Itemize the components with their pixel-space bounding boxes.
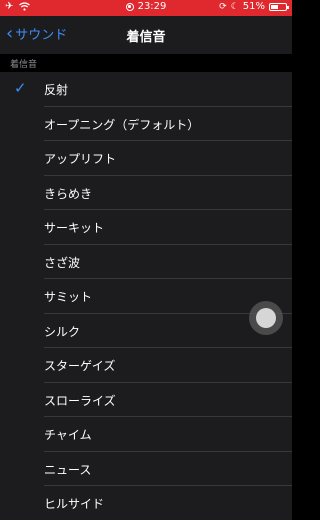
ringtone-row[interactable]: チャイム xyxy=(0,417,292,452)
ringtone-list: ✓ 反射オープニング（デフォルト） アップリフト きらめきサーキットさざ波サミットシル… xyxy=(0,72,292,520)
ringtone-row[interactable]: きらめき xyxy=(0,175,292,210)
page-title: 着信音 xyxy=(126,30,166,45)
ringtone-label: きらめき xyxy=(44,186,93,201)
ringtone-label: スターゲイズ xyxy=(44,359,116,373)
do-not-disturb-icon: ☾ xyxy=(230,1,239,12)
ringtone-row[interactable]: ニュース xyxy=(0,451,292,486)
status-bar: ✈ 23:29 ⟳ ☾ 51% xyxy=(0,0,292,16)
ringtone-label: チャイム xyxy=(44,428,92,442)
ringtone-label: 反射 xyxy=(44,83,69,97)
navigation-bar: ‹ サウンド 着信音 xyxy=(0,16,292,54)
section-header-label: 着信音 xyxy=(10,60,38,70)
assistive-touch-icon xyxy=(256,308,276,328)
ringtone-row[interactable]: スローライズ xyxy=(0,382,292,417)
assistive-touch-button[interactable] xyxy=(249,301,283,335)
ringtone-row[interactable]: ヒルサイド xyxy=(0,486,292,520)
ringtone-label: オープニング（デフォルト） xyxy=(44,117,200,132)
battery-icon xyxy=(269,2,289,11)
ringtone-row[interactable]: サミット xyxy=(0,279,292,314)
ringtone-row[interactable]: オープニング（デフォルト） xyxy=(0,106,292,141)
ringtone-label: シルク xyxy=(44,324,81,339)
ringtone-row[interactable]: サーキット xyxy=(0,210,292,245)
checkmark-icon: ✓ xyxy=(14,79,27,97)
status-time: 23:29 xyxy=(137,1,167,12)
battery-percentage: 51% xyxy=(242,1,265,12)
orientation-lock-icon: ⟳ xyxy=(219,1,227,12)
battery-level xyxy=(271,4,278,9)
screen-recording-icon xyxy=(125,2,134,11)
ringtone-label: さざ波 xyxy=(44,255,81,270)
ringtone-row[interactable]: スターゲイズ xyxy=(0,348,292,383)
ringtone-label: ニュース xyxy=(44,462,92,477)
ringtone-row[interactable]: さざ波 xyxy=(0,244,292,279)
section-header: 着信音 xyxy=(0,54,292,72)
screen: ✈ 23:29 ⟳ ☾ 51% ‹ サウンド 着信音 着信音 ✓ 反射 オープニ… xyxy=(0,0,292,520)
ringtone-label: ヒルサイド xyxy=(44,497,105,511)
ringtone-label: サーキット xyxy=(44,221,105,235)
ringtone-row[interactable]: アップリフト xyxy=(0,141,292,176)
ringtone-label: スローライズ xyxy=(44,393,116,408)
ringtone-row[interactable]: ✓ 反射 xyxy=(0,72,292,107)
ringtone-label: サミット xyxy=(44,290,93,304)
ringtone-label: アップリフト xyxy=(44,152,117,166)
